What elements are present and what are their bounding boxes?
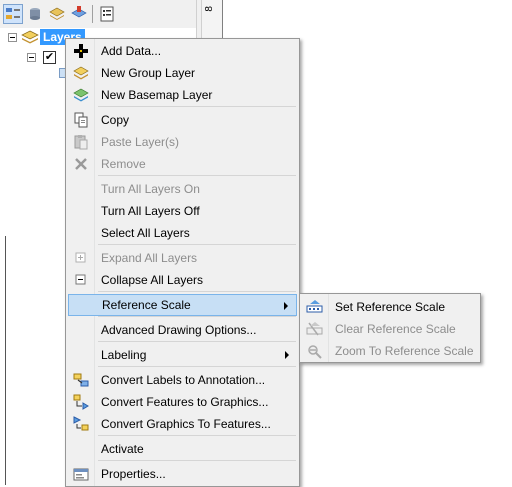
menu-item-turn-all-layers-off[interactable]: Turn All Layers Off [68, 200, 297, 222]
collapse-layer-toggle[interactable] [27, 53, 36, 62]
collapse-icon [68, 269, 94, 291]
menu-item-labeling[interactable]: Labeling [68, 344, 297, 366]
menu-item-icon-slot [68, 319, 94, 341]
data-frame-icon [21, 30, 39, 44]
menu-item-label: Copy [101, 113, 130, 127]
menu-separator [98, 244, 296, 245]
menu-item-label: Set Reference Scale [335, 300, 446, 314]
menu-item-label: Paste Layer(s) [101, 135, 180, 149]
menu-item-label: Expand All Layers [101, 251, 198, 265]
menu-item-activate[interactable]: Activate [68, 438, 297, 460]
menu-item-label: Properties... [101, 467, 166, 481]
menu-item-icon-slot [69, 294, 95, 316]
features-to-graphics-icon [68, 391, 94, 413]
reference-scale-submenu: Set Reference Scale Clear Reference Scale… [299, 293, 481, 363]
menu-item-convert-features-to-graphics[interactable]: Convert Features to Graphics... [68, 391, 297, 413]
menu-item-turn-all-layers-on[interactable]: Turn All Layers On [68, 178, 297, 200]
toolbar-separator [92, 5, 93, 23]
menu-item-label: Select All Layers [101, 226, 190, 240]
menu-separator [98, 366, 296, 367]
add-data-icon [68, 40, 94, 62]
list-by-source-button[interactable] [25, 4, 45, 24]
menu-item-advanced-drawing-options[interactable]: Advanced Drawing Options... [68, 319, 297, 341]
paste-icon [68, 131, 94, 153]
labels-to-annotation-icon [68, 369, 94, 391]
menu-item-label: Clear Reference Scale [335, 322, 456, 336]
toc-toolbar [0, 0, 203, 28]
menu-item-select-all-layers[interactable]: Select All Layers [68, 222, 297, 244]
tree-guide-line [5, 236, 6, 485]
menu-item-label: New Basemap Layer [101, 88, 213, 102]
menu-item-clear-reference-scale[interactable]: Clear Reference Scale [302, 318, 478, 340]
menu-item-label: Turn All Layers On [101, 182, 200, 196]
collapse-layers-toggle[interactable] [8, 33, 17, 42]
list-by-selection-button[interactable] [69, 4, 89, 24]
menu-item-label: New Group Layer [101, 66, 196, 80]
menu-item-reference-scale[interactable]: Reference Scale [68, 294, 297, 316]
menu-item-set-reference-scale[interactable]: Set Reference Scale [302, 296, 478, 318]
menu-item-icon-slot [68, 222, 94, 244]
properties-icon [68, 463, 94, 485]
menu-item-convert-graphics-to-features[interactable]: Convert Graphics To Features... [68, 413, 297, 435]
menu-item-remove[interactable]: Remove [68, 153, 297, 175]
menu-separator [98, 175, 296, 176]
context-menu: Add Data... New Group Layer New Basemap La… [65, 38, 300, 487]
database-icon [30, 8, 40, 20]
menu-separator [98, 341, 296, 342]
menu-item-label: Remove [101, 157, 146, 171]
list-by-visibility-button[interactable] [47, 4, 67, 24]
menu-item-copy[interactable]: Copy [68, 109, 297, 131]
menu-item-icon-slot [68, 178, 94, 200]
menu-item-label: Labeling [101, 348, 147, 362]
selection-layers-icon [71, 6, 87, 18]
menu-item-label: Reference Scale [102, 298, 191, 312]
menu-item-expand-all-layers[interactable]: Expand All Layers [68, 247, 297, 269]
menu-item-label: Collapse All Layers [101, 273, 204, 287]
menu-item-new-basemap-layer[interactable]: New Basemap Layer [68, 84, 297, 106]
menu-item-label: Add Data... [101, 44, 162, 58]
graphics-to-features-icon [68, 413, 94, 435]
menu-item-new-group-layer[interactable]: New Group Layer [68, 62, 297, 84]
group-layer-icon [68, 62, 94, 84]
menu-item-label: Zoom To Reference Scale [335, 344, 474, 358]
menu-item-icon-slot [68, 438, 94, 460]
options-button[interactable] [97, 4, 117, 24]
ruler-label: 8 [204, 6, 215, 12]
menu-item-label: Advanced Drawing Options... [101, 323, 257, 337]
list-options-icon [100, 6, 114, 22]
layer-visibility-checkbox[interactable]: ✔ [43, 51, 56, 64]
menu-separator [98, 435, 296, 436]
clear-reference-scale-icon [302, 318, 328, 340]
menu-item-label: Convert Graphics To Features... [101, 417, 271, 431]
menu-item-label: Convert Labels to Annotation... [101, 373, 266, 387]
menu-item-paste-layer-s[interactable]: Paste Layer(s) [68, 131, 297, 153]
menu-separator [98, 460, 296, 461]
remove-icon [68, 153, 94, 175]
menu-item-label: Activate [101, 442, 144, 456]
submenu-arrow-icon [284, 302, 288, 310]
basemap-layer-icon [68, 84, 94, 106]
menu-item-label: Convert Features to Graphics... [101, 395, 269, 409]
set-reference-scale-icon [302, 296, 328, 318]
copy-icon [68, 109, 94, 131]
menu-separator [98, 316, 296, 317]
drawing-order-icon [6, 8, 20, 19]
layers-stack-icon [49, 7, 65, 20]
menu-item-convert-labels-to-annotation[interactable]: Convert Labels to Annotation... [68, 369, 297, 391]
menu-item-zoom-to-reference-scale[interactable]: Zoom To Reference Scale [302, 340, 478, 362]
menu-separator [98, 291, 296, 292]
expand-icon [68, 247, 94, 269]
zoom-reference-scale-icon [302, 340, 328, 362]
menu-separator [98, 106, 296, 107]
submenu-arrow-icon [285, 351, 289, 359]
menu-item-collapse-all-layers[interactable]: Collapse All Layers [68, 269, 297, 291]
menu-item-properties[interactable]: Properties... [68, 463, 297, 485]
menu-item-icon-slot [68, 344, 94, 366]
list-by-drawing-order-button[interactable] [3, 4, 23, 24]
menu-item-icon-slot [68, 200, 94, 222]
menu-item-add-data[interactable]: Add Data... [68, 40, 297, 62]
menu-item-label: Turn All Layers Off [101, 204, 200, 218]
